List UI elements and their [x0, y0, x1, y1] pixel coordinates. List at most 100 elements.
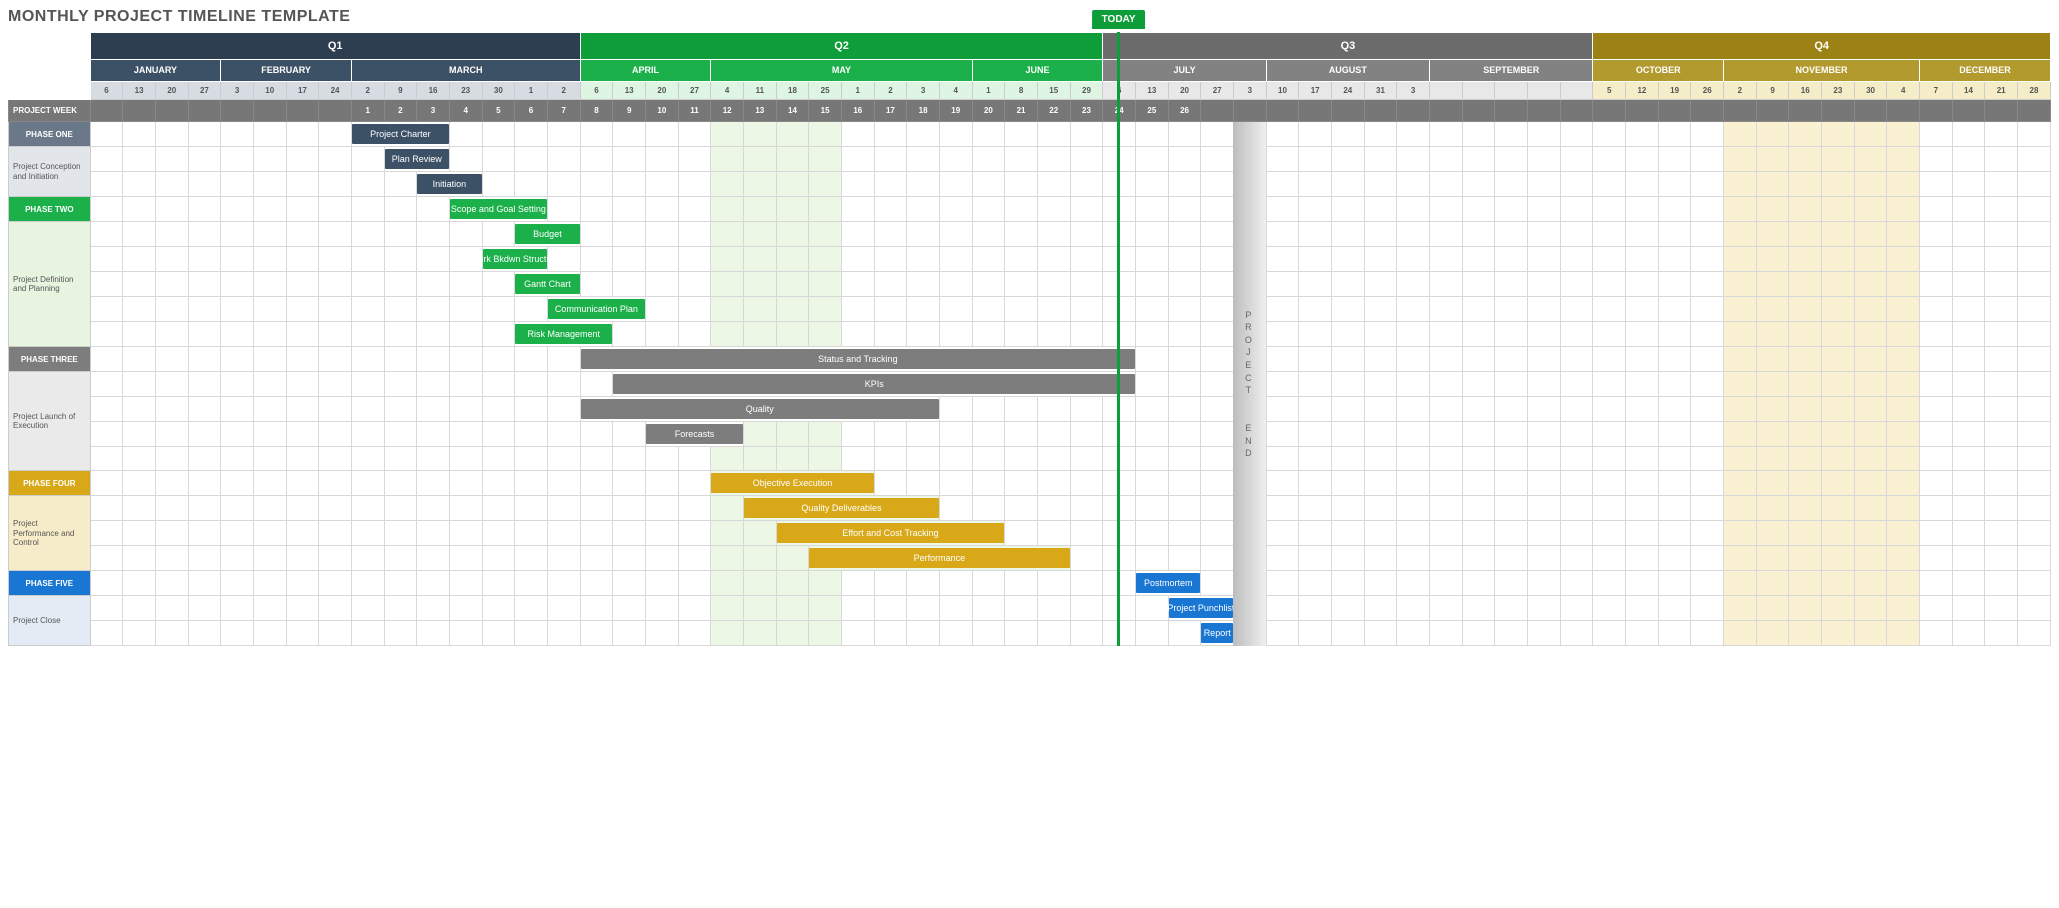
grid-cell — [907, 471, 940, 496]
grid-cell — [123, 422, 156, 447]
grid-cell — [1527, 272, 1560, 297]
task-bar-cell[interactable]: Quality Deliverables — [743, 496, 939, 521]
task-bar[interactable]: Report — [1201, 623, 1233, 643]
task-bar[interactable]: Risk Management — [515, 324, 612, 344]
task-bar-cell[interactable]: Report — [1201, 621, 1234, 646]
grid-cell — [1626, 447, 1659, 471]
grid-cell — [1397, 521, 1430, 546]
task-bar-cell[interactable]: Status and Tracking — [580, 347, 1135, 372]
grid-cell — [1201, 172, 1234, 197]
task-bar-cell[interactable]: Project Punchlist — [1168, 596, 1233, 621]
task-bar[interactable]: Effort and Cost Tracking — [777, 523, 1005, 543]
grid-cell — [90, 222, 123, 247]
task-bar[interactable]: Quality — [581, 399, 939, 419]
grid-cell — [1201, 571, 1234, 596]
grid-cell — [1136, 322, 1169, 347]
task-bar-cell[interactable]: Initiation — [417, 172, 482, 197]
grid-cell — [123, 297, 156, 322]
task-bar[interactable]: Performance — [809, 548, 1069, 568]
grid-cell — [1495, 546, 1528, 571]
grid-cell — [1168, 247, 1201, 272]
grid-cell — [1429, 521, 1462, 546]
task-bar-cell[interactable]: Plan Review — [384, 147, 449, 172]
task-bar[interactable]: Quality Deliverables — [744, 498, 939, 518]
task-bar[interactable]: Forecasts — [646, 424, 743, 444]
grid-cell — [1691, 297, 1724, 322]
task-bar-cell[interactable]: Objective Execution — [711, 471, 874, 496]
task-bar-cell[interactable]: Postmortem — [1136, 571, 1201, 596]
project-week-cell — [1299, 100, 1332, 122]
grid-cell — [515, 122, 548, 147]
grid-cell — [1691, 347, 1724, 372]
task-bar-cell[interactable]: Quality — [580, 397, 939, 422]
grid-cell — [1952, 546, 1985, 571]
grid-cell — [809, 297, 842, 322]
grid-cell — [221, 571, 254, 596]
grid-cell — [1201, 222, 1234, 247]
grid-cell — [1005, 496, 1038, 521]
task-bar-cell[interactable]: Effort and Cost Tracking — [776, 521, 1005, 546]
grid-cell — [1070, 197, 1103, 222]
grid-cell — [1560, 322, 1593, 347]
task-bar[interactable]: Work Bkdwn Structure — [483, 249, 547, 269]
month-header: APRIL — [580, 59, 711, 81]
task-bar-cell[interactable]: Risk Management — [515, 322, 613, 347]
grid-cell — [1887, 521, 1920, 546]
project-week-cell — [1789, 100, 1822, 122]
grid-cell — [2017, 521, 2050, 546]
grid-cell — [1037, 422, 1070, 447]
date-cell: 31 — [1364, 81, 1397, 100]
task-bar[interactable]: Objective Execution — [711, 473, 873, 493]
grid-cell — [515, 496, 548, 521]
grid-cell — [874, 596, 907, 621]
grid-cell — [1364, 546, 1397, 571]
task-bar[interactable]: Initiation — [417, 174, 481, 194]
task-bar-cell[interactable]: Budget — [515, 222, 581, 247]
grid-cell — [123, 272, 156, 297]
grid-cell — [2017, 621, 2050, 646]
task-bar[interactable]: Plan Review — [385, 149, 449, 169]
grid-cell — [776, 322, 809, 347]
grid-cell — [1854, 422, 1887, 447]
task-bar[interactable]: KPIs — [613, 374, 1135, 394]
task-bar-cell[interactable]: KPIs — [613, 372, 1136, 397]
task-bar-cell[interactable]: Gantt Chart — [515, 272, 581, 297]
task-bar[interactable]: Postmortem — [1136, 573, 1200, 593]
task-bar[interactable]: Scope and Goal Setting — [450, 199, 547, 219]
grid-cell — [972, 197, 1005, 222]
task-bar-cell[interactable]: Performance — [809, 546, 1070, 571]
grid-cell — [1724, 322, 1757, 347]
grid-cell — [221, 297, 254, 322]
month-header: JUNE — [972, 59, 1103, 81]
grid-cell — [1724, 272, 1757, 297]
task-bar-cell[interactable]: Forecasts — [646, 422, 744, 447]
grid-cell — [613, 571, 646, 596]
grid-cell — [972, 122, 1005, 147]
grid-cell — [1462, 272, 1495, 297]
grid-cell — [155, 596, 188, 621]
task-bar[interactable]: Gantt Chart — [515, 274, 580, 294]
task-bar[interactable]: Project Charter — [352, 124, 449, 144]
project-week-cell: 11 — [678, 100, 711, 122]
task-bar-cell[interactable]: Work Bkdwn Structure — [482, 247, 547, 272]
grid-cell — [253, 621, 286, 646]
grid-cell — [1201, 447, 1234, 471]
grid-cell — [449, 546, 482, 571]
grid-cell — [1136, 422, 1169, 447]
task-bar-cell[interactable]: Scope and Goal Setting — [449, 197, 547, 222]
task-bar[interactable]: Communication Plan — [548, 299, 645, 319]
task-bar-cell[interactable]: Project Charter — [351, 122, 449, 147]
grid-cell — [1462, 322, 1495, 347]
task-bar-cell[interactable]: Communication Plan — [547, 297, 645, 322]
grid-cell — [1266, 347, 1299, 372]
grid-cell — [188, 521, 221, 546]
task-bar[interactable]: Budget — [515, 224, 580, 244]
grid-cell — [1201, 322, 1234, 347]
task-bar[interactable]: Project Punchlist — [1169, 598, 1233, 618]
grid-cell — [907, 222, 940, 247]
grid-cell — [1299, 571, 1332, 596]
grid-cell — [1560, 422, 1593, 447]
grid-cell — [417, 272, 450, 297]
grid-cell — [1266, 122, 1299, 147]
task-bar[interactable]: Status and Tracking — [581, 349, 1135, 369]
